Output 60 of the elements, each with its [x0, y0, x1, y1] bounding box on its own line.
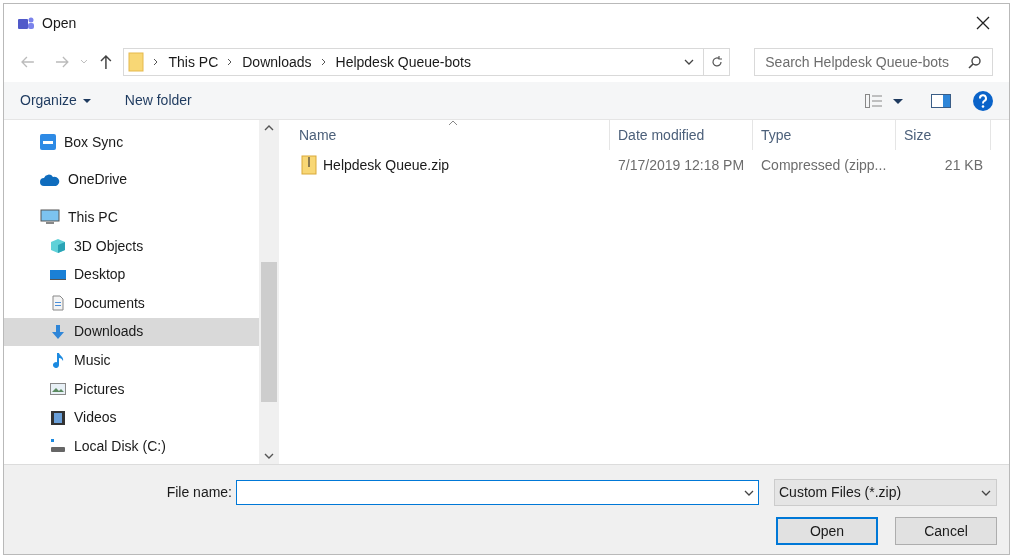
close-icon — [976, 16, 990, 30]
sidebar-item[interactable]: Desktop — [4, 260, 259, 289]
sidebar-item[interactable]: Downloads — [4, 317, 259, 347]
sidebar-item[interactable]: 3D Objects — [4, 231, 259, 261]
caret-icon — [893, 96, 903, 105]
caret-icon — [82, 96, 91, 105]
file-row[interactable]: Helpdesk Queue.zip 7/17/2019 12:18 PM Compressed (zipp... 21 KB — [283, 150, 1009, 180]
help-icon[interactable] — [973, 90, 993, 111]
zip-folder-icon — [301, 155, 317, 175]
new-folder-button[interactable]: New folder — [124, 90, 192, 111]
scrollbar-thumb[interactable] — [261, 262, 277, 402]
preview-pane-icon[interactable] — [931, 93, 951, 108]
table-cell-text: Helpdesk Queue.zip — [323, 155, 450, 175]
sidebar-item[interactable]: Local Disk (C:) — [4, 431, 259, 461]
file-name-field[interactable] — [236, 480, 759, 505]
sidebar-item[interactable]: This PC — [4, 203, 259, 232]
chevron-down-icon[interactable] — [264, 452, 274, 460]
monitor-icon — [40, 209, 60, 226]
organize-button[interactable]: Organize — [20, 90, 91, 111]
film-icon — [50, 409, 66, 426]
sidebar-item[interactable]: OneDrive — [4, 165, 259, 195]
download-arrow-icon — [50, 323, 66, 340]
column-header[interactable]: Type — [753, 120, 896, 150]
app-logo-icon — [18, 15, 34, 31]
document-icon — [50, 295, 66, 312]
chevron-up-icon[interactable] — [264, 124, 274, 132]
file-type-dropdown[interactable]: Custom Files (*.zip) — [774, 479, 997, 506]
details-view-icon — [865, 93, 883, 108]
column-header[interactable]: Size — [896, 120, 991, 150]
chevron-right-icon — [319, 58, 328, 66]
refresh-icon[interactable] — [709, 55, 724, 69]
sidebar-item[interactable]: Videos — [4, 403, 259, 432]
view-options-button[interactable] — [865, 93, 903, 108]
dialog-button[interactable]: Open — [776, 517, 878, 545]
music-note-icon — [50, 352, 66, 369]
dialog-button[interactable]: Cancel — [895, 517, 997, 545]
drive-icon — [50, 438, 66, 455]
search-field[interactable]: Search Helpdesk Queue-bots — [754, 48, 994, 76]
file-name-label: File name: — [166, 483, 232, 502]
window-title: Open — [42, 13, 77, 33]
table-cell-text: 21 KB — [944, 155, 983, 175]
sidebar-item[interactable]: Pictures — [4, 374, 259, 404]
sidebar-item[interactable]: Documents — [4, 288, 259, 318]
table-cell-text: 7/17/2019 12:18 PM — [618, 155, 745, 175]
column-header[interactable]: Name — [283, 120, 610, 150]
scrollbar[interactable] — [259, 120, 279, 464]
table-cell-text: Compressed (zipp... — [761, 155, 887, 175]
column-header[interactable]: Date modified — [610, 120, 753, 150]
breadcrumb-item[interactable]: This PC — [168, 51, 219, 73]
up-arrow-icon[interactable] — [97, 54, 114, 70]
address-bar[interactable]: This PC Downloads Helpdesk Queue-bots — [123, 48, 731, 76]
sidebar-item[interactable]: Music — [4, 346, 259, 375]
breadcrumb-item[interactable]: Downloads — [242, 51, 312, 73]
folder-icon — [128, 52, 145, 72]
picture-icon — [50, 381, 66, 398]
search-icon — [968, 55, 983, 69]
breadcrumb-item[interactable]: Helpdesk Queue-bots — [335, 51, 471, 73]
sidebar-item[interactable]: Box Sync — [4, 128, 259, 157]
box-logo-icon — [40, 134, 56, 151]
cube-icon — [50, 238, 66, 255]
